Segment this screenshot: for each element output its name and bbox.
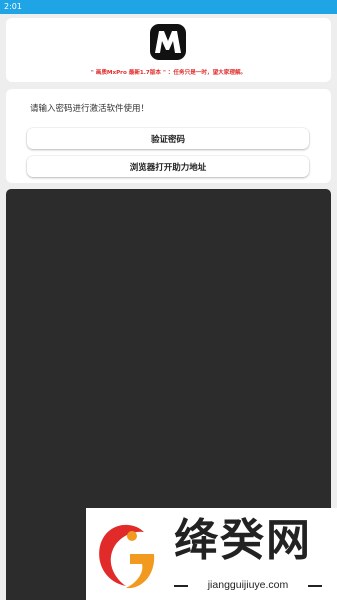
open-browser-button[interactable]: 浏览器打开助力地址: [27, 156, 309, 177]
app-logo-icon: [150, 24, 186, 60]
password-prompt: 请输入密码进行激活软件使用！: [30, 104, 150, 114]
activation-card: 请输入密码进行激活软件使用！ 验证密码 浏览器打开助力地址: [6, 89, 331, 183]
watermark-line-right: [308, 585, 322, 587]
version-notice: " 画质MxPro 最新1.7版本 " ：任务只是一时，望大家理解。: [90, 70, 247, 76]
verify-password-button[interactable]: 验证密码: [27, 128, 309, 149]
watermark-domain: jiangguijiuye.com: [207, 579, 289, 591]
watermark-logo-icon: [99, 524, 155, 589]
logo-m-icon: [155, 31, 181, 53]
status-bar: 2:01: [0, 0, 337, 14]
header-card: " 画质MxPro 最新1.7版本 " ：任务只是一时，望大家理解。: [6, 18, 331, 82]
status-time: 2:01: [4, 2, 22, 11]
watermark-overlay: 绛癸网 jiangguijiuye.com: [86, 508, 337, 600]
watermark-title: 绛癸网: [174, 515, 312, 566]
